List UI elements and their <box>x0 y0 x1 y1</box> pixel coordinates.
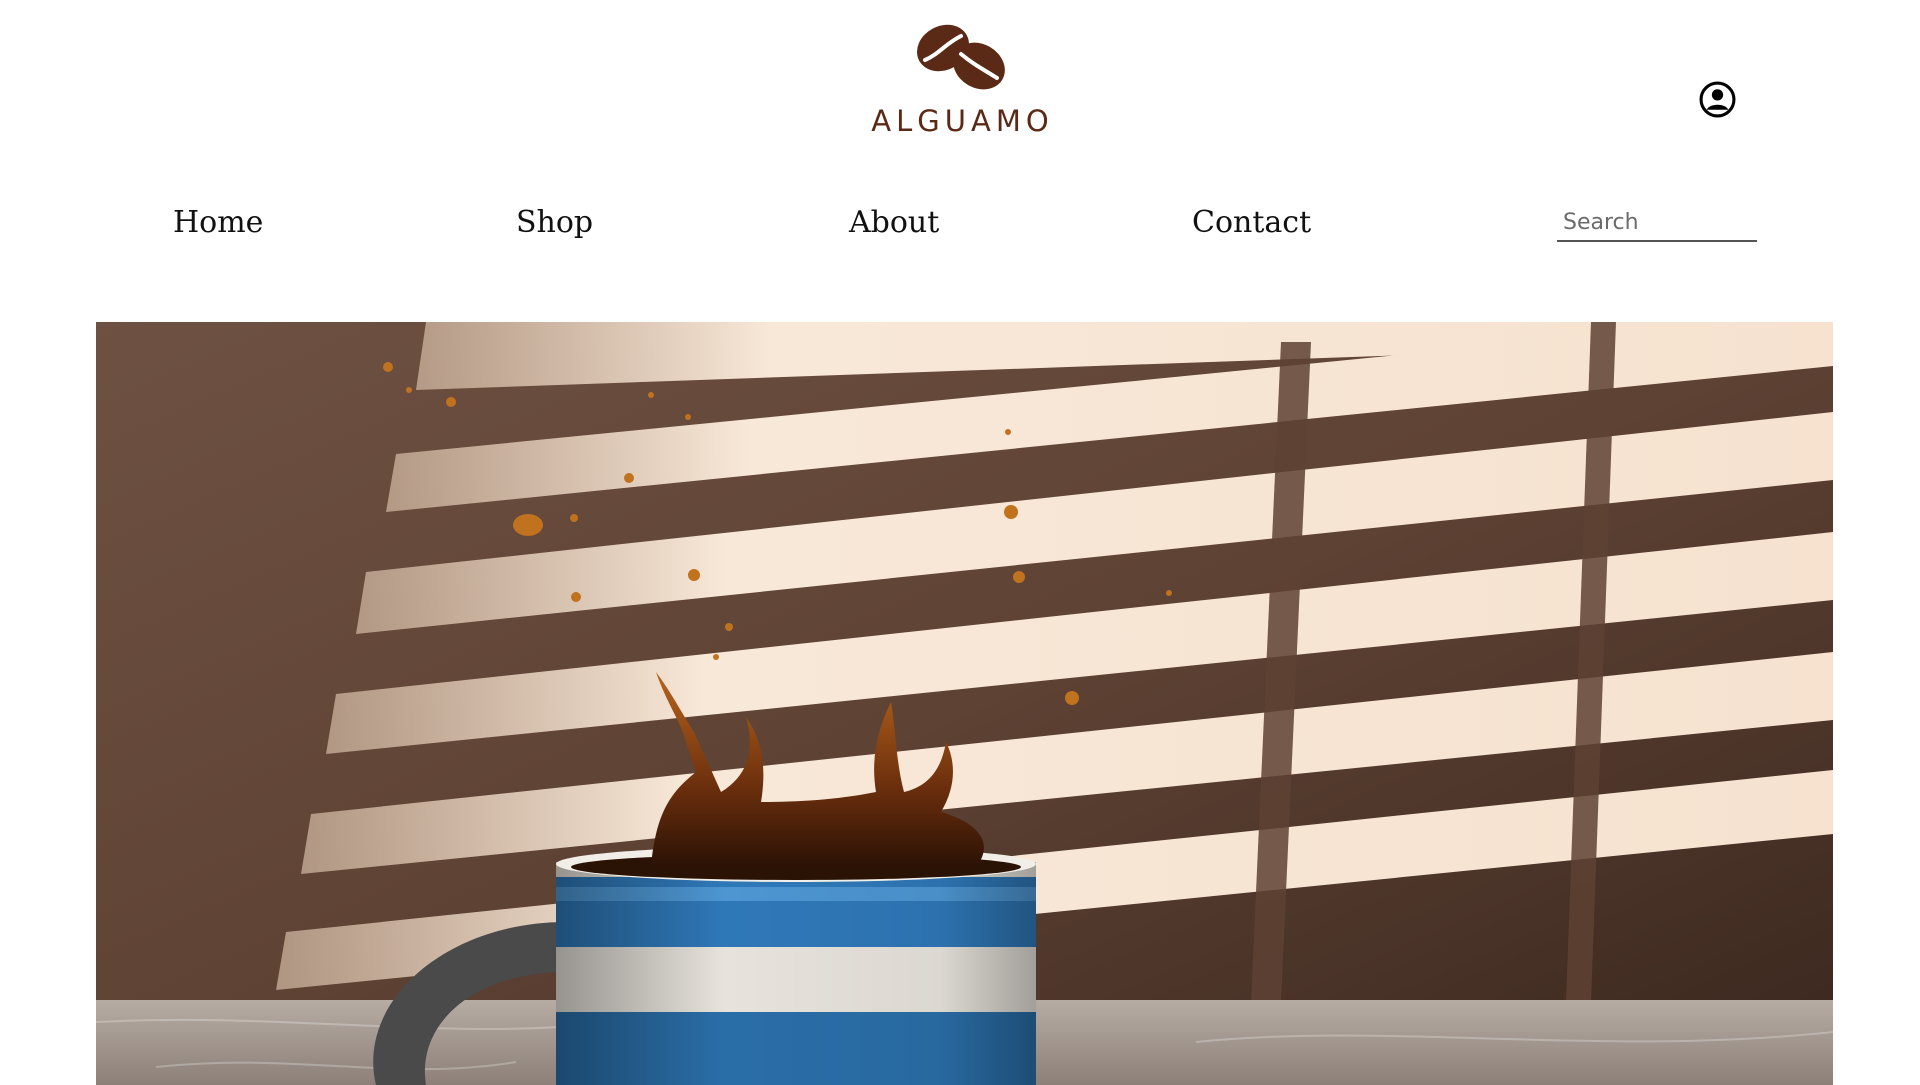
search-input[interactable] <box>1557 204 1757 242</box>
hero-image <box>96 322 1833 1085</box>
brand-name: ALGUAMO <box>871 104 1054 138</box>
coffee-beans-icon <box>917 24 1005 90</box>
nav-shop[interactable]: Shop <box>516 203 593 243</box>
brand-logo[interactable]: ALGUAMO <box>0 18 1920 148</box>
nav-contact[interactable]: Contact <box>1192 203 1311 243</box>
nav-home[interactable]: Home <box>173 203 263 243</box>
user-circle-icon <box>1699 81 1735 117</box>
account-button[interactable] <box>1697 79 1737 119</box>
nav-about[interactable]: About <box>849 203 939 243</box>
